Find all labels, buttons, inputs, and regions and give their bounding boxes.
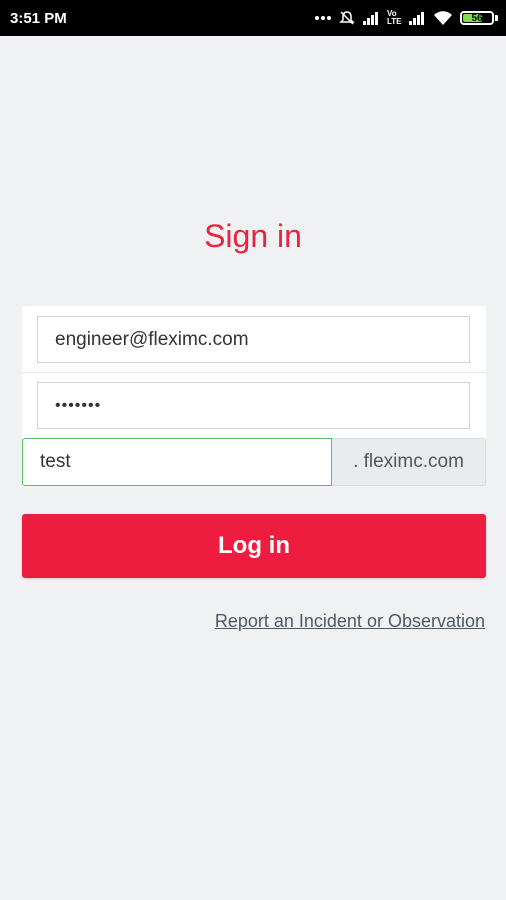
page-title: Sign in — [204, 218, 302, 254]
email-value: engineer@fleximc.com — [55, 328, 249, 350]
email-field[interactable]: engineer@fleximc.com — [37, 316, 470, 363]
domain-suffix: . fleximc.com — [332, 438, 486, 486]
wifi-icon — [433, 10, 453, 26]
volte-icon: Vo LTE — [387, 9, 402, 26]
signal-icon — [362, 11, 380, 25]
login-button[interactable]: Log in — [22, 514, 486, 578]
status-time: 3:51 PM — [10, 9, 67, 27]
mute-bell-icon — [339, 10, 355, 26]
form-divider — [22, 372, 486, 373]
signal-icon-2 — [408, 11, 426, 25]
password-field[interactable]: ••••••• — [37, 382, 470, 429]
more-dots-icon — [314, 15, 332, 21]
status-icons: Vo LTE 56 — [314, 10, 498, 26]
status-bar: 3:51 PM Vo LTE 56 — [0, 0, 506, 36]
subdomain-group: test . fleximc.com — [22, 438, 486, 486]
subdomain-value: test — [40, 451, 71, 472]
password-value: ••••••• — [55, 396, 102, 414]
subdomain-field[interactable]: test — [22, 438, 332, 486]
battery-icon: 56 — [460, 11, 498, 25]
report-incident-link[interactable]: Report an Incident or Observation — [215, 611, 485, 632]
